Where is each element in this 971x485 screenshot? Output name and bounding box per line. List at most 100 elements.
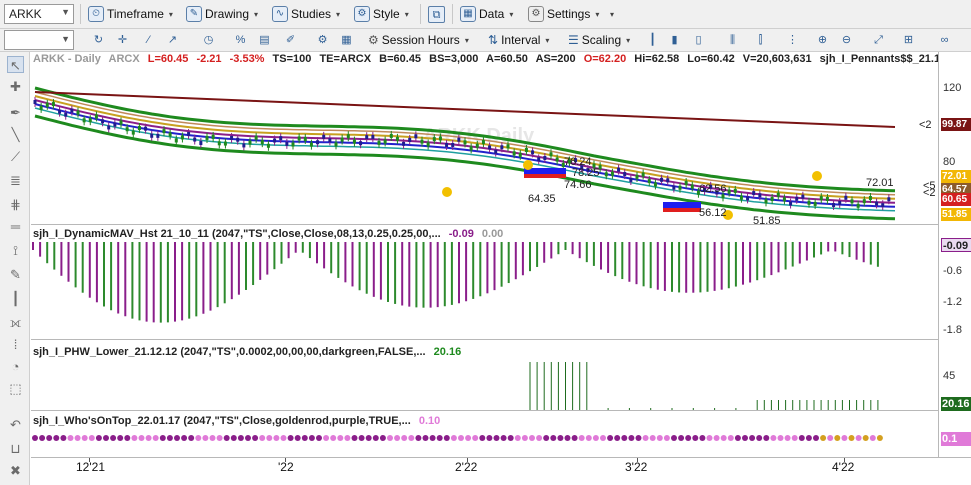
chevron-down-icon[interactable]: ▼ [61,7,70,17]
insert-chart-icon[interactable]: ⤢ [870,32,887,49]
chart-area[interactable]: ARKK,Daily 76.24 78.25 74.66 64.35 62.56 56.1… [31,52,938,457]
draw-tools-icon[interactable]: ✐ [282,32,299,49]
toolbar-overflow-button[interactable]: ▾ [608,0,614,28]
data-menu[interactable]: ▦ Data ▾ [460,0,513,28]
price-bar-body [371,134,375,139]
pencil-tool-icon[interactable]: ✎ [7,266,24,283]
horizontal-line-icon[interactable]: ═ [7,218,24,235]
status-dot [429,435,436,441]
status-dot [671,435,677,441]
settings-label: Settings [547,7,591,21]
eraser-icon[interactable]: ✖ [7,462,24,479]
price-bar-body [604,172,608,177]
draw-line-icon[interactable]: ⁄ [140,32,157,49]
chart-selector-input[interactable]: ▼ [4,30,74,50]
price-bar-body [316,140,320,145]
chevron-down-icon[interactable]: ▼ [61,34,70,44]
status-dot [280,435,287,441]
refresh-icon[interactable]: ↻ [90,32,107,49]
price-bar-body [733,188,737,193]
whos-on-top-header[interactable]: sjh_I_Who'sOnTop_22.01.17 (2047,"TS",Clo… [33,415,445,427]
candlestick-icon[interactable]: ▮ [666,32,683,49]
price-axis[interactable]: 120 100 80 60 99.87 72.01 64.57 60.65 51… [938,52,971,457]
price-bar-body [346,134,350,139]
status-dot [514,435,521,441]
price-bar-body [58,109,62,114]
vertical-line-icon[interactable]: ┃ [7,290,24,307]
bars-expand-icon[interactable]: ⫿ [752,32,769,49]
ray-tool-icon[interactable]: ⟋ [7,148,24,165]
scaling-button[interactable]: ☰ Scaling ▾ [568,29,630,51]
price-bar-body [782,197,786,202]
price-bar-body [531,150,535,155]
fib-tool-icon[interactable]: ≣ [7,172,24,189]
settings-menu[interactable]: ⚙ Settings ▾ [528,0,599,28]
bid-price: B=60.45 [379,53,422,65]
price-annotation: 62.56 [699,183,727,195]
interval-button[interactable]: ⇅ Interval ▾ [488,29,549,51]
bid-size: BS=3,000 [429,53,479,65]
dynamic-mav-header[interactable]: sjh_I_DynamicMAV_Hst 21_10_11 (2047,"TS"… [33,228,508,240]
trend-tool-icon[interactable]: ↗ [164,32,181,49]
chart-canvas[interactable]: ARKK,Daily 76.2478.2574.6664.3562.5656.1… [31,52,938,457]
cycle-tool-icon[interactable]: ⁞ [7,336,24,353]
drawing-label: Drawing [205,7,250,21]
percent-icon[interactable]: % [232,32,249,49]
bar-chart-icon[interactable]: ┃ [644,32,661,49]
link-windows-icon[interactable]: ⧉ [428,6,445,23]
price-bar-body [51,102,55,107]
text-tool-icon[interactable]: ⟟ [7,242,24,259]
phw-lower-header[interactable]: sjh_I_PHW_Lower_21.12.12 (2047,"TS",0.00… [33,346,466,358]
pane-divider[interactable] [31,224,971,225]
add-study-icon[interactable]: ⊞ [900,32,917,49]
style-menu[interactable]: ⚙ Style ▾ [354,0,409,28]
format-icon[interactable]: ⚙ [314,32,331,49]
trendline-tool-icon[interactable]: ╲ [7,126,24,143]
interval-icon: ⇅ [488,33,499,47]
zoom-in-icon[interactable]: ⊕ [814,32,831,49]
chevron-down-icon: ▾ [610,9,615,19]
bars-compress-icon[interactable]: ⫼ [724,32,741,49]
status-dot [159,435,166,441]
price-bar-body [813,201,817,206]
crosshair-tool-icon[interactable]: ✚ [7,78,24,95]
ellipse-tool-icon[interactable]: ◔ [7,358,24,375]
status-dot [678,435,685,441]
status-dot [145,435,152,441]
high-price: Hi=62.58 [634,53,680,65]
status-dot [713,435,720,441]
session-hours-button[interactable]: ⚙ Session Hours ▾ [368,29,469,51]
chart-type-icon[interactable]: ▤ [256,32,273,49]
gann-tool-icon[interactable]: ⟗ [7,314,24,331]
drawing-menu[interactable]: ✎ Drawing ▾ [186,0,258,28]
link-icon[interactable]: ∞ [936,32,953,49]
price-bar-body [776,192,780,197]
undo-icon[interactable]: ↶ [7,416,24,433]
clock-icon[interactable]: ◷ [200,32,217,49]
price-bar-body [309,142,313,147]
status-dot [820,435,827,441]
price-bar-body [844,195,848,200]
channel-tool-icon[interactable]: ⋕ [7,196,24,213]
studies-menu[interactable]: ∿ Studies ▾ [272,0,340,28]
zoom-out-icon[interactable]: ⊖ [838,32,855,49]
magnet-icon[interactable]: ⊔ [7,440,24,457]
wrench-icon[interactable]: ✒ [7,104,24,121]
crosshair-icon[interactable]: ✛ [114,32,131,49]
symbol-input[interactable]: ARKK ▼ [4,4,74,24]
chevron-down-icon: ▾ [168,9,173,19]
grid-icon[interactable]: ▦ [338,32,355,49]
status-dot [756,435,763,441]
pointer-icon[interactable]: ↖ [7,56,24,73]
candle-hollow-icon[interactable]: ▯ [690,32,707,49]
pane-divider[interactable] [31,339,971,340]
arrow-tool-icon[interactable]: ⬚ [7,380,24,397]
price-bar-body [825,196,829,201]
time-axis[interactable]: 12'21 '22 2'22 3'22 4'22 [31,457,971,485]
status-dot [308,435,315,441]
pane-divider[interactable] [31,410,971,411]
timeframe-menu[interactable]: ⏲ Timeframe ▾ [88,0,173,28]
bars-dense-icon[interactable]: ⋮ [784,32,801,49]
status-dot [862,435,869,441]
price-bar-body [254,135,258,140]
